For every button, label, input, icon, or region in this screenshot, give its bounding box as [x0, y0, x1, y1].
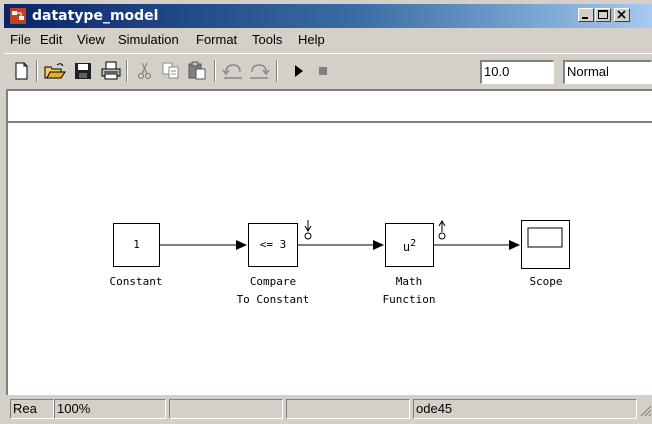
arrowhead-icon	[236, 240, 247, 250]
math-label-line1: Math	[395, 275, 423, 288]
status-cell-4	[286, 399, 410, 419]
arrowhead-icon	[509, 240, 520, 250]
scope-block[interactable]	[521, 220, 570, 269]
simulink-window: datatype_model File Edit View Simulation…	[0, 0, 652, 424]
status-bar: Rea 100% ode45	[4, 397, 652, 421]
status-solver: ode45	[413, 399, 637, 419]
status-ready: Rea	[10, 399, 54, 419]
status-cell-3	[169, 399, 283, 419]
constant-label: Constant	[109, 275, 163, 288]
zero-crossing-up-icon	[438, 220, 446, 240]
math-function-block[interactable]: u2	[385, 223, 434, 267]
resize-grip-icon[interactable]	[638, 403, 652, 419]
compare-to-constant-block[interactable]: <= 3	[248, 223, 298, 267]
signal-lines	[160, 220, 520, 250]
compare-label-line1: Compare	[249, 275, 297, 288]
math-expression: u2	[386, 238, 433, 254]
zero-crossing-down-icon	[304, 220, 312, 240]
math-exponent: 2	[410, 238, 417, 249]
compare-label-line2: To Constant	[236, 293, 310, 306]
compare-expression: <= 3	[259, 238, 287, 251]
scope-label: Scope	[529, 275, 563, 288]
constant-value: 1	[133, 238, 140, 251]
constant-block[interactable]: 1	[113, 223, 160, 267]
arrowhead-icon	[373, 240, 384, 250]
math-label-line2: Function	[382, 293, 436, 306]
scope-screen-icon	[527, 227, 563, 248]
math-base: u	[402, 240, 411, 254]
status-zoom: 100%	[54, 399, 166, 419]
